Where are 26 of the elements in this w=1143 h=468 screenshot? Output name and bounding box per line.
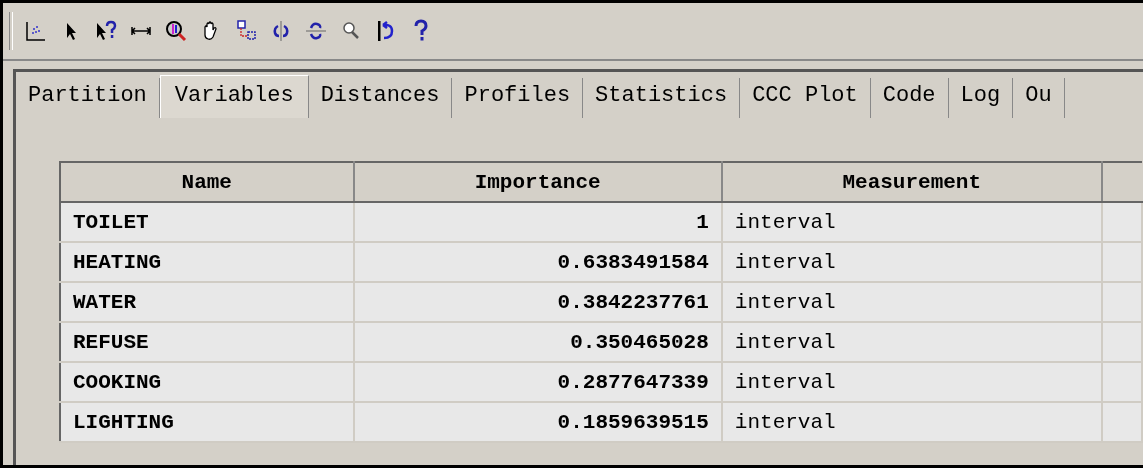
column-header[interactable]: Name (60, 162, 354, 202)
table-cell: 1 (353, 202, 722, 242)
table-cell: interval (721, 402, 1102, 442)
table-cell: COOKING (60, 362, 354, 402)
table-cell: 0.3842237761 (353, 282, 722, 322)
column-header[interactable]: Measurement (721, 162, 1102, 202)
table-cell: WATER (60, 282, 354, 322)
zoom-icon[interactable] (164, 19, 188, 43)
linked-boxes-icon[interactable] (234, 19, 258, 43)
table-cell: 0.1859639515 (353, 402, 722, 442)
table-cell: TOILET (60, 202, 354, 242)
table-cell: 0.6383491584 (353, 242, 722, 282)
table-cell: interval (721, 202, 1102, 242)
table-cell: interval (721, 362, 1102, 402)
table-cell: HEATING (60, 242, 354, 282)
table-cell: 0.2877647339 (353, 362, 722, 402)
tab[interactable]: Variables (159, 75, 309, 118)
table-cell: REFUSE (60, 322, 354, 362)
table-cell: interval (721, 322, 1102, 362)
table-cell: 0.350465028 (353, 322, 722, 362)
table-cell: interval (721, 242, 1102, 282)
column-header[interactable]: Importance (353, 162, 722, 202)
help-pointer-icon[interactable] (94, 19, 118, 43)
table-cell: LIGHTING (60, 402, 354, 442)
scatter-plot-icon[interactable] (24, 19, 48, 43)
table-cell: interval (721, 282, 1102, 322)
